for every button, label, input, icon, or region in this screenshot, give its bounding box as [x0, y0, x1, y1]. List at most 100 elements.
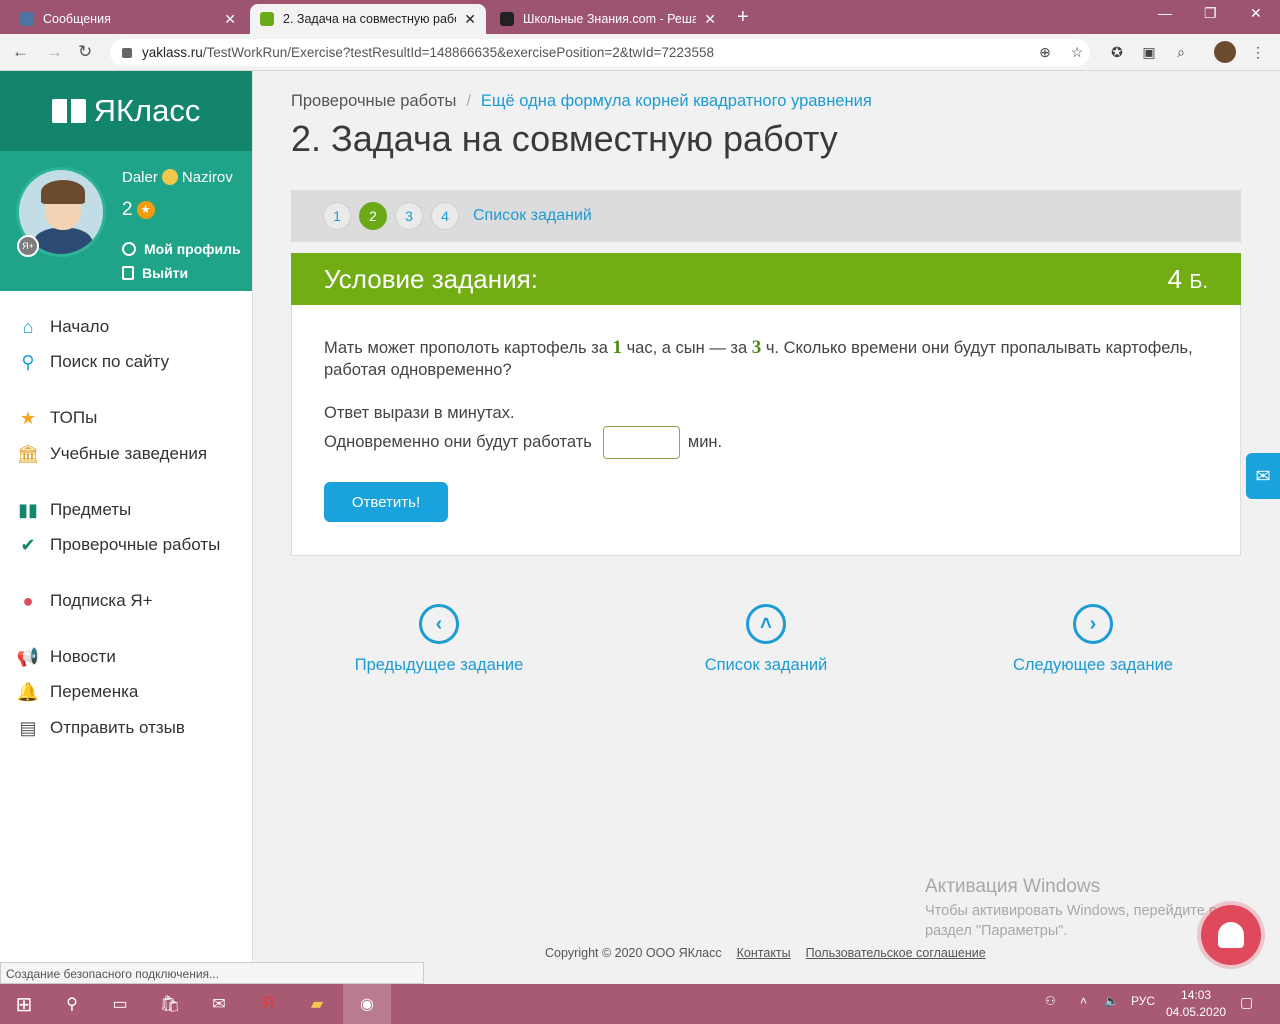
profile-avatar-icon[interactable] [1214, 41, 1236, 63]
sidebar-item-subscription[interactable]: ● Подписка Я+ [16, 590, 153, 612]
forward-icon[interactable]: → [46, 42, 63, 62]
address-bar-row: ← → ↻ yaklass.ru /TestWorkRun/Exercise?t… [0, 34, 1280, 71]
sidebar-item-tests[interactable]: ✔ Проверочные работы [16, 534, 220, 556]
sidebar-item-label: Поиск по сайту [50, 352, 170, 371]
next-task-label: Следующее задание [1013, 656, 1173, 674]
browser-tab-znanija[interactable]: Школьные Знания.com - Решае ✕ [490, 4, 726, 34]
volume-icon[interactable]: 🔈 [1104, 994, 1119, 1008]
install-icon[interactable]: ⊕ [1037, 44, 1053, 60]
next-task-link[interactable]: › Следующее задание [973, 604, 1213, 675]
tab-close-icon[interactable]: ✕ [224, 11, 236, 28]
breadcrumb-root-link[interactable]: Проверочные работы [291, 92, 456, 110]
task-number-2[interactable]: 2 [359, 202, 387, 230]
star-icon: ★ [19, 407, 37, 428]
user-agreement-link[interactable]: Пользовательское соглашение [806, 946, 986, 960]
search-icon[interactable]: ⚲ [60, 992, 84, 1016]
notifications-icon[interactable]: ▢ [1240, 994, 1253, 1011]
browser-tab-messages[interactable]: Сообщения ✕ [10, 4, 246, 34]
cube-extension-icon[interactable]: ▣ [1141, 44, 1157, 60]
tab-title: 2. Задача на совместную работу [283, 12, 457, 26]
extension-icon[interactable]: ✪ [1109, 44, 1125, 60]
breadcrumb-current-link[interactable]: Ещё одна формула корней квадратного урав… [481, 92, 872, 110]
yandex-browser-icon[interactable]: Я [256, 992, 280, 1016]
previous-task-link[interactable]: ‹ Предыдущее задание [319, 604, 559, 675]
windows-activation-watermark: Активация Windows Чтобы активировать Win… [925, 876, 1245, 941]
input-language[interactable]: РУС [1131, 994, 1155, 1008]
books-icon: ▮▮ [18, 499, 38, 520]
people-icon[interactable]: ⚇ [1045, 994, 1056, 1008]
breadcrumb-separator: / [466, 92, 471, 110]
mail-icon[interactable]: ✉ [1246, 453, 1280, 499]
windows-start-icon[interactable]: ⊞ [12, 992, 36, 1016]
contacts-link[interactable]: Контакты [737, 946, 791, 960]
reload-icon[interactable]: ↻ [78, 42, 92, 62]
task-number-4[interactable]: 4 [431, 202, 459, 230]
user-name: Daler Nazirov [122, 169, 233, 186]
menu-kebab-icon[interactable]: ⋮ [1250, 44, 1266, 60]
task-list-nav-link[interactable]: ˄ Список заданий [646, 604, 886, 675]
sidebar-item-search[interactable]: ⚲ Поиск по сайту [16, 351, 169, 373]
megaphone-icon: 📢 [16, 646, 40, 667]
mail-app-icon[interactable]: ✉ [207, 992, 231, 1016]
school-icon: 🏛 [16, 443, 40, 464]
bookmark-star-icon[interactable]: ☆ [1069, 44, 1085, 60]
url-field[interactable]: yaklass.ru /TestWorkRun/Exercise?testRes… [110, 39, 1090, 66]
browser-status-bar: Создание безопасного подключения... [0, 962, 424, 984]
sidebar-item-label: Отправить отзыв [50, 718, 185, 737]
restore-icon[interactable]: ❐ [1204, 5, 1217, 22]
logout-label: Выйти [142, 265, 189, 281]
sidebar-item-label: Новости [50, 647, 116, 666]
chrome-icon[interactable]: ◉ [343, 984, 391, 1024]
lock-icon [122, 47, 132, 58]
condition-body: Мать может прополоть картофель за 1 час,… [291, 305, 1241, 556]
sidebar-item-subjects[interactable]: ▮▮ Предметы [16, 499, 131, 521]
task-number-1[interactable]: 1 [323, 202, 351, 230]
search-extension-icon[interactable]: ⌕ [1173, 44, 1189, 60]
sidebar-item-schools[interactable]: 🏛 Учебные заведения [16, 443, 208, 465]
tab-close-icon[interactable]: ✕ [464, 11, 476, 28]
chevron-up-icon: ˄ [746, 604, 786, 644]
tab-close-icon[interactable]: ✕ [704, 11, 716, 28]
bell-icon: 🔔 [16, 681, 40, 702]
znanija-favicon-icon [500, 12, 514, 26]
bell-icon [1218, 922, 1244, 948]
notification-bell-button[interactable] [1201, 905, 1261, 965]
sidebar-item-label: Предметы [50, 500, 132, 519]
grin-emoji-icon [161, 169, 178, 185]
sidebar-item-home[interactable]: ⌂ Начало [16, 316, 110, 338]
my-profile-link[interactable]: Мой профиль [122, 241, 241, 257]
store-icon[interactable]: 🛍 [158, 992, 182, 1016]
ya-plus-icon: ● [22, 590, 34, 611]
answer-input[interactable] [602, 426, 680, 459]
url-path: /TestWorkRun/Exercise?testResultId=14886… [202, 45, 714, 60]
condition-title: Условие задания: [324, 263, 538, 294]
close-window-icon[interactable]: ✕ [1250, 5, 1262, 22]
star-icon: ★ [136, 201, 155, 219]
task-view-icon[interactable]: ▭ [108, 992, 132, 1016]
task-list-link[interactable]: Список заданий [473, 207, 592, 225]
submit-answer-button[interactable]: Ответить! [324, 482, 448, 522]
sidebar-item-break[interactable]: 🔔 Переменка [16, 681, 139, 703]
sidebar-item-feedback[interactable]: ▤ Отправить отзыв [16, 717, 185, 739]
yaklass-favicon-icon [260, 12, 274, 26]
new-tab-button[interactable]: + [737, 6, 749, 29]
sidebar-item-tops[interactable]: ★ ТОПы [16, 407, 97, 429]
file-explorer-icon[interactable]: ▰ [305, 992, 329, 1016]
logo[interactable]: ЯКласс [0, 71, 252, 151]
tab-title: Школьные Знания.com - Решае [523, 12, 697, 26]
browser-tab-bar: Сообщения ✕ 2. Задача на совместную рабо… [0, 0, 1280, 34]
minimize-icon[interactable]: — [1158, 5, 1172, 21]
page-title: 2. Задача на совместную работу [291, 118, 838, 159]
windows-taskbar: ⊞ ⚲ ▭ 🛍 ✉ Я ▰ ◉ ⚇ ˄ 🔈 РУС 14:03 04.05.20… [0, 984, 1280, 1024]
tray-expand-icon[interactable]: ˄ [1080, 994, 1087, 1008]
search-icon: ⚲ [21, 351, 35, 372]
sidebar-item-label: Переменка [50, 682, 139, 701]
browser-tab-yaklass[interactable]: 2. Задача на совместную работу ✕ [250, 4, 486, 34]
system-clock[interactable]: 14:03 04.05.2020 [1166, 987, 1226, 1021]
back-icon[interactable]: ← [12, 42, 29, 62]
points-value: 2 [122, 199, 133, 220]
sidebar-item-news[interactable]: 📢 Новости [16, 646, 116, 668]
answer-row: Одновременно они будут работать мин. [324, 426, 722, 459]
logout-link[interactable]: Выйти [122, 265, 188, 281]
task-number-3[interactable]: 3 [395, 202, 423, 230]
